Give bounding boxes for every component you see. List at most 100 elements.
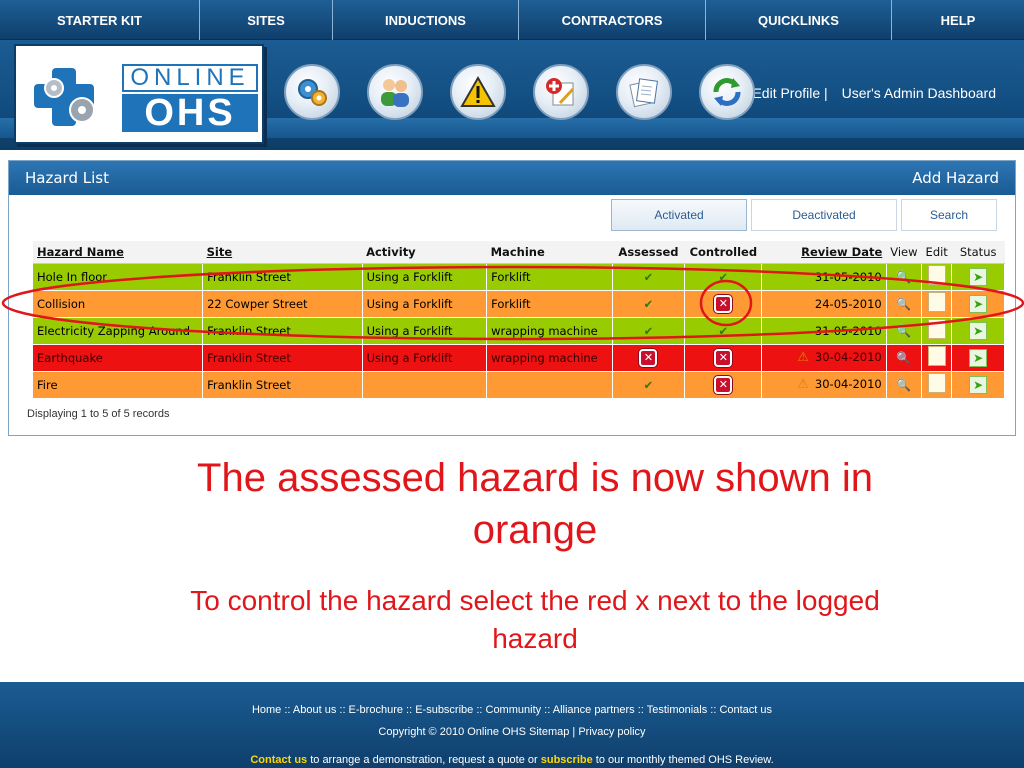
assessed-cell: ✔ <box>612 263 686 291</box>
controlled-x-icon[interactable]: ✕ <box>714 294 733 313</box>
gears-icon[interactable] <box>284 64 340 120</box>
review-date-text: 31-05-2010 <box>814 269 882 284</box>
view-magnifier-icon[interactable]: 🔍 <box>896 378 911 392</box>
logo[interactable]: ONLINE OHS <box>14 44 264 144</box>
edit-pencil-icon[interactable] <box>927 292 946 312</box>
review-date-cell: 31-05-2010 <box>761 263 887 291</box>
footer: Home :: About us :: E-brochure :: E-subs… <box>0 682 1024 768</box>
documents-icon[interactable] <box>616 64 672 120</box>
panel-title: Hazard List <box>25 169 109 187</box>
logo-ohs-text: OHS <box>122 92 258 134</box>
table-row: Hole In floor Franklin Street Using a Fork… <box>33 263 1005 291</box>
review-date-cell: ⚠ 30-04-2010 <box>761 344 887 372</box>
edit-cell <box>921 317 953 345</box>
nav-contractors[interactable]: CONTRACTORS <box>519 0 706 40</box>
users-icon[interactable] <box>367 64 423 120</box>
status-arrow-icon[interactable]: ➤ <box>969 348 988 367</box>
caption-main: The assessed hazard is now shown in oran… <box>197 456 873 552</box>
assessed-cell: ✔ <box>612 371 686 399</box>
controlled-x-icon[interactable]: ✕ <box>714 348 733 367</box>
footer-subscribe-link[interactable]: subscribe <box>541 754 593 766</box>
footer-cta-middle: to arrange a demonstration, request a qu… <box>307 754 541 766</box>
col-activity: Activity <box>362 241 487 264</box>
edit-pencil-icon[interactable] <box>927 373 946 393</box>
col-status: Status <box>951 241 1005 264</box>
col-site[interactable]: Site <box>202 241 363 264</box>
machine-cell <box>486 371 613 399</box>
controlled-cell: ✕ <box>684 344 763 372</box>
hazard-name-cell: Earthquake <box>33 344 204 372</box>
view-cell: 🔍 <box>886 317 923 345</box>
edit-pencil-icon[interactable] <box>927 265 946 285</box>
edit-profile-link[interactable]: Edit Profile | <box>752 85 827 101</box>
assessed-cell: ✔ <box>612 317 686 345</box>
table-row: Collision 22 Cowper Street Using a Forklif… <box>33 290 1005 318</box>
view-magnifier-icon[interactable]: 🔍 <box>896 324 911 338</box>
footer-cta-end: to our monthly themed OHS Review. <box>592 754 774 766</box>
edit-pencil-icon[interactable] <box>927 346 946 366</box>
col-edit: Edit <box>921 241 952 264</box>
col-hazard-name[interactable]: Hazard Name <box>33 241 203 264</box>
nav-starter-kit[interactable]: STARTER KIT <box>0 0 200 40</box>
controlled-check-icon: ✔ <box>718 323 729 338</box>
assessed-cell: ✕ <box>612 344 686 372</box>
view-cell: 🔍 <box>886 371 923 399</box>
controlled-x-icon[interactable]: ✕ <box>714 375 733 394</box>
machine-cell: Forklift <box>486 263 613 291</box>
status-cell: ➤ <box>951 263 1005 291</box>
medical-edit-icon[interactable] <box>533 64 589 120</box>
hazard-name-cell: Collision <box>33 290 204 318</box>
footer-copyright: Copyright © 2010 Online OHS Sitemap | Pr… <box>378 726 646 738</box>
controlled-cell: ✕ <box>684 371 763 399</box>
tab-deactivated[interactable]: Deactivated <box>751 199 897 231</box>
footer-contact-link[interactable]: Contact us <box>250 754 307 766</box>
view-cell: 🔍 <box>886 263 923 291</box>
tab-activated[interactable]: Activated <box>611 199 747 231</box>
col-review-date[interactable]: Review Date <box>761 241 887 264</box>
nav-help[interactable]: HELP <box>892 0 1024 40</box>
footer-links[interactable]: Home :: About us :: E-brochure :: E-subs… <box>0 704 1024 716</box>
refresh-icon[interactable] <box>699 64 755 120</box>
status-arrow-icon[interactable]: ➤ <box>969 267 988 286</box>
status-arrow-icon[interactable]: ➤ <box>969 294 988 313</box>
add-hazard-link[interactable]: Add Hazard <box>912 169 999 187</box>
hazard-name-cell: Hole In floor <box>33 263 204 291</box>
user-links: Edit Profile | User's Admin Dashboard <box>752 85 996 101</box>
table-row: Fire Franklin Street ✔ ✕ ⚠ 30-04-2010 🔍 ➤ <box>33 371 1005 399</box>
review-date-text: 24-05-2010 <box>814 296 882 311</box>
review-warning-icon: ⚠ <box>797 350 809 365</box>
assessed-x-icon[interactable]: ✕ <box>639 348 658 367</box>
nav-sites[interactable]: SITES <box>200 0 333 40</box>
edit-cell <box>921 344 953 372</box>
admin-dashboard-link[interactable]: User's Admin Dashboard <box>842 85 996 101</box>
view-magnifier-icon[interactable]: 🔍 <box>896 270 911 284</box>
machine-cell: wrapping machine <box>486 317 613 345</box>
caption-sub: To control the hazard select the red x n… <box>190 585 880 654</box>
status-arrow-icon[interactable]: ➤ <box>969 321 988 340</box>
review-date-text: 31-05-2010 <box>814 323 882 338</box>
site-cell: Franklin Street <box>202 344 363 372</box>
tab-search[interactable]: Search <box>901 199 997 231</box>
site-cell: Franklin Street <box>202 263 363 291</box>
assessed-check-icon: ✔ <box>643 269 654 284</box>
hazard-table: Hazard Name Site Activity Machine Assess… <box>33 241 1005 399</box>
edit-cell <box>921 290 953 318</box>
assessed-check-icon: ✔ <box>643 323 654 338</box>
review-date-cell: 31-05-2010 <box>761 317 887 345</box>
nav-inductions[interactable]: INDUCTIONS <box>333 0 519 40</box>
view-cell: 🔍 <box>886 290 923 318</box>
activity-cell: Using a Forklift <box>362 344 488 372</box>
view-magnifier-icon[interactable]: 🔍 <box>896 351 911 365</box>
edit-pencil-icon[interactable] <box>927 319 946 339</box>
status-arrow-icon[interactable]: ➤ <box>969 375 988 394</box>
edit-cell <box>921 371 953 399</box>
table-row: Electricity Zapping Around Franklin Stree… <box>33 317 1005 345</box>
view-magnifier-icon[interactable]: 🔍 <box>896 297 911 311</box>
review-date-cell: ⚠ 30-04-2010 <box>761 371 887 399</box>
hazard-table-body: Hole In floor Franklin Street Using a Fork… <box>33 263 1005 399</box>
activity-cell: Using a Forklift <box>362 317 488 345</box>
warning-icon[interactable] <box>450 64 506 120</box>
nav-quicklinks[interactable]: QUICKLINKS <box>706 0 892 40</box>
activity-cell: Using a Forklift <box>362 290 488 318</box>
hazard-name-cell: Fire <box>33 371 204 399</box>
